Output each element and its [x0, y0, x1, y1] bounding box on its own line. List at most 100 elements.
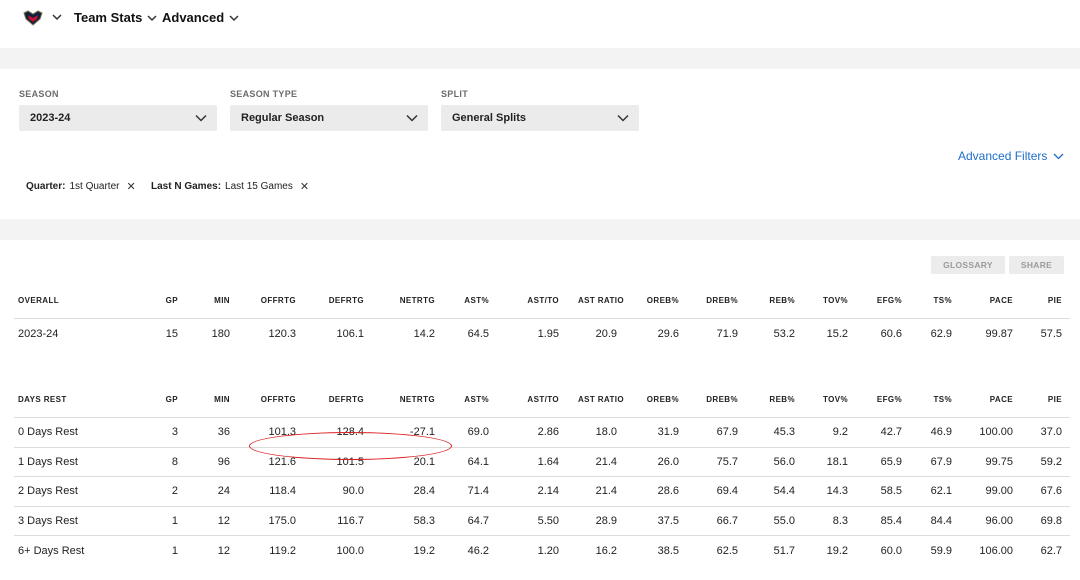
col-header[interactable]: TS%	[910, 395, 960, 418]
col-header[interactable]: NETRTG	[372, 395, 443, 418]
col-header[interactable]: PACE	[960, 395, 1021, 418]
stat-cell: 100.00	[960, 417, 1021, 447]
col-header[interactable]: MIN	[186, 395, 238, 418]
advanced-menu[interactable]: Advanced	[162, 10, 240, 25]
stat-cell: 175.0	[238, 505, 304, 536]
stat-cell: 2.86	[497, 417, 567, 447]
stat-cell: 58.3	[372, 505, 443, 536]
col-header[interactable]: DEFRTG	[304, 296, 372, 319]
stat-cell: 128.4	[304, 417, 372, 447]
stat-cell: 100.0	[304, 535, 372, 565]
stat-cell: 2	[134, 476, 186, 506]
stat-cell: 56.0	[746, 446, 803, 477]
col-header[interactable]: EFG%	[856, 395, 910, 418]
stat-cell: 106.00	[960, 535, 1021, 565]
stat-cell: 2.14	[497, 476, 567, 506]
season-type-select[interactable]: Regular Season	[230, 105, 428, 131]
team-chevron-down-icon[interactable]	[51, 11, 63, 23]
stat-cell: 85.4	[856, 505, 910, 536]
col-header[interactable]: OREB%	[625, 296, 687, 319]
table-row: 6+ Days Rest 1 12 119.2 100.0 19.2 46.2 1.20 16.…	[14, 535, 1070, 565]
stat-cell: 21.4	[567, 446, 625, 477]
stat-cell: 51.7	[746, 535, 803, 565]
stat-cell: 55.0	[746, 505, 803, 536]
chip-value: 1st Quarter	[69, 181, 120, 192]
stat-cell: 29.6	[625, 318, 687, 348]
team-stats-menu[interactable]: Team Stats	[74, 10, 158, 25]
stat-cell: 60.0	[856, 535, 910, 565]
stat-cell: 31.9	[625, 417, 687, 447]
stat-cell: 9.2	[803, 417, 856, 447]
col-header[interactable]: OFFRTG	[238, 296, 304, 319]
stat-cell: 119.2	[238, 535, 304, 565]
stat-cell: 36	[186, 417, 238, 447]
row-label: 2023-24	[14, 318, 134, 348]
chip-key: Quarter:	[26, 181, 66, 192]
stat-cell: 59.2	[1021, 446, 1070, 477]
chevron-down-icon	[229, 14, 239, 21]
stat-cell: 75.7	[687, 446, 746, 477]
stat-cell: 62.9	[910, 318, 960, 348]
chip-value: Last 15 Games	[225, 181, 293, 192]
stat-cell: 64.1	[443, 446, 497, 477]
stat-cell: 96.00	[960, 505, 1021, 536]
col-header[interactable]: OREB%	[625, 395, 687, 418]
col-header[interactable]: TOV%	[803, 296, 856, 319]
col-header[interactable]: DREB%	[687, 395, 746, 418]
col-header[interactable]: GP	[134, 395, 186, 418]
stat-cell: 54.4	[746, 476, 803, 506]
stat-cell: 118.4	[238, 476, 304, 506]
stat-cell: 14.3	[803, 476, 856, 506]
stat-cell: 59.9	[910, 535, 960, 565]
col-header[interactable]: DEFRTG	[304, 395, 372, 418]
stat-cell: 15.2	[803, 318, 856, 348]
season-type-filter: SEASON TYPE Regular Season	[230, 89, 428, 131]
col-header[interactable]: TS%	[910, 296, 960, 319]
advanced-filters-toggle[interactable]: Advanced Filters	[958, 149, 1064, 163]
stat-cell: 62.7	[1021, 535, 1070, 565]
stat-cell: 12	[186, 535, 238, 565]
close-icon[interactable]: ✕	[300, 180, 309, 193]
split-filter: SPLIT General Splits	[441, 89, 639, 131]
stat-cell: 60.6	[856, 318, 910, 348]
stat-cell: 8.3	[803, 505, 856, 536]
col-header[interactable]: PIE	[1021, 395, 1070, 418]
stat-cell: 12	[186, 505, 238, 536]
col-header[interactable]: REB%	[746, 395, 803, 418]
stat-cell: 20.9	[567, 318, 625, 348]
stat-cell: 16.2	[567, 535, 625, 565]
col-header[interactable]: REB%	[746, 296, 803, 319]
col-header[interactable]: PIE	[1021, 296, 1070, 319]
stat-cell: 69.4	[687, 476, 746, 506]
col-header[interactable]: AST/TO	[497, 395, 567, 418]
split-select[interactable]: General Splits	[441, 105, 639, 131]
table-row: 0 Days Rest 3 36 101.3 128.4 -27.1 69.0 2.86 18.…	[14, 417, 1070, 447]
col-header[interactable]: TOV%	[803, 395, 856, 418]
col-header[interactable]: NETRTG	[372, 296, 443, 319]
col-header[interactable]: OFFRTG	[238, 395, 304, 418]
col-header: DAYS REST	[18, 395, 67, 404]
col-header[interactable]: PACE	[960, 296, 1021, 319]
col-header[interactable]: AST RATIO	[567, 395, 625, 418]
advanced-label: Advanced	[162, 10, 225, 25]
table-row: 2 Days Rest 2 24 118.4 90.0 28.4 71.4 2.14 21.4 2…	[14, 476, 1070, 506]
stat-cell: 37.5	[625, 505, 687, 536]
share-button[interactable]: SHARE	[1009, 256, 1064, 274]
col-header[interactable]: AST%	[443, 395, 497, 418]
stat-cell: 99.75	[960, 446, 1021, 477]
split-label: SPLIT	[441, 89, 469, 99]
col-header[interactable]: EFG%	[856, 296, 910, 319]
col-header[interactable]: AST/TO	[497, 296, 567, 319]
season-select[interactable]: 2023-24	[19, 105, 217, 131]
col-header[interactable]: AST%	[443, 296, 497, 319]
season-value: 2023-24	[30, 112, 71, 124]
col-header[interactable]: GP	[134, 296, 186, 319]
col-header[interactable]: MIN	[186, 296, 238, 319]
glossary-button[interactable]: GLOSSARY	[931, 256, 1005, 274]
days-rest-header-row: DAYS REST GP MIN OFFRTG DEFRTG NETRTG AS…	[14, 395, 1070, 418]
col-header[interactable]: DREB%	[687, 296, 746, 319]
close-icon[interactable]: ✕	[126, 180, 135, 193]
table-row: 3 Days Rest 1 12 175.0 116.7 58.3 64.7 5.50 28.9…	[14, 505, 1070, 536]
col-header[interactable]: AST RATIO	[567, 296, 625, 319]
team-logo-icon[interactable]	[22, 9, 44, 27]
